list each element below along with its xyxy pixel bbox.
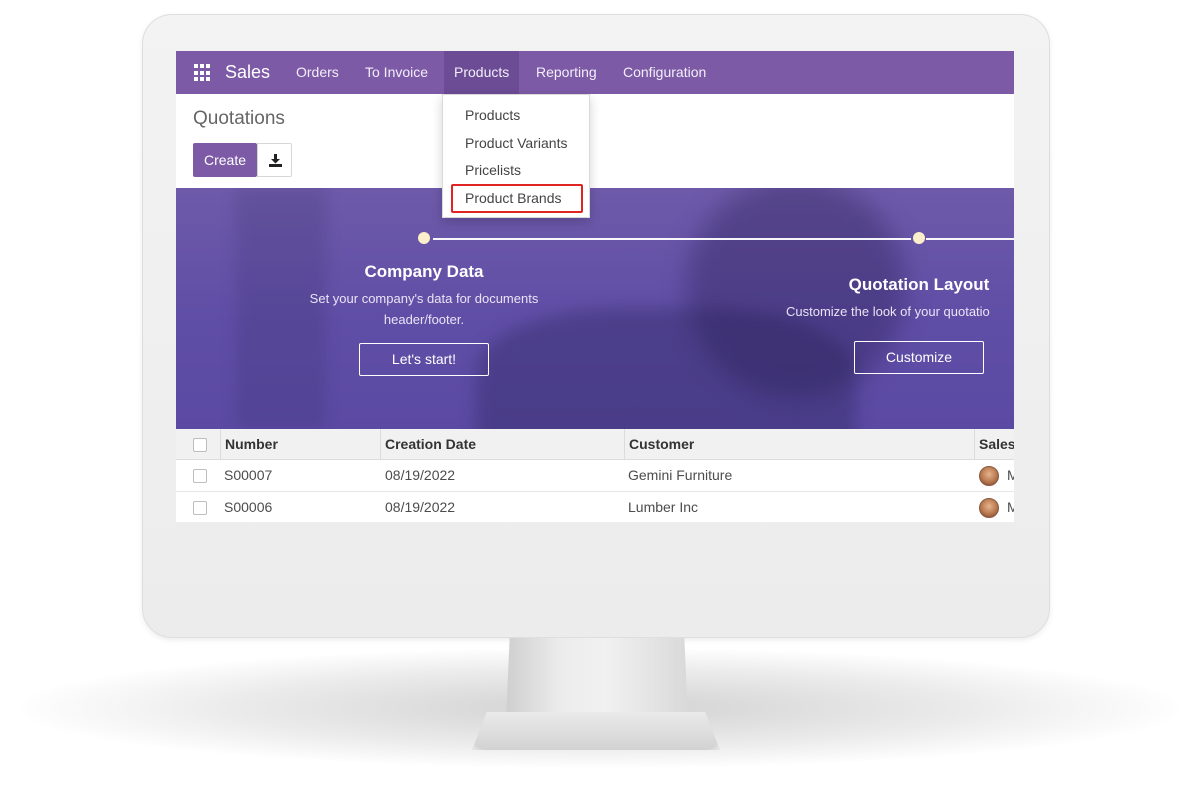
breadcrumb: Quotations (193, 108, 285, 129)
onboarding-progress-line-2 (926, 238, 1014, 240)
table-row[interactable]: S00007 08/19/2022 Gemini Furniture M (176, 460, 1014, 492)
table-header: Number Creation Date Customer Sales (176, 429, 1014, 460)
column-separator (380, 429, 381, 460)
table-row[interactable]: S00006 08/19/2022 Lumber Inc M (176, 492, 1014, 522)
cell-number: S00006 (224, 499, 273, 515)
onboarding-banner: Company Data Set your company's data for… (176, 188, 1014, 429)
column-separator (624, 429, 625, 460)
salesperson-avatar (979, 498, 999, 518)
quotations-table: Number Creation Date Customer Sales S000… (176, 429, 1014, 522)
step-1-description: Set your company's data for documents he… (309, 291, 539, 327)
row-checkbox[interactable] (193, 501, 207, 515)
top-navbar: Sales Orders To Invoice Products Reporti… (176, 51, 1014, 94)
step-2-dot (913, 232, 925, 244)
apps-grid-icon[interactable] (194, 64, 212, 82)
lets-start-button[interactable]: Let's start! (359, 343, 489, 376)
monitor-neck (506, 638, 688, 720)
menu-item-product-brands[interactable]: Product Brands (465, 190, 562, 206)
column-separator (974, 429, 975, 460)
menu-item-products[interactable]: Products (465, 107, 520, 123)
app-name[interactable]: Sales (225, 62, 270, 83)
monitor-base (472, 712, 720, 750)
step-2-description: Customize the look of your quotatio (786, 304, 990, 319)
products-dropdown-menu: Products Product Variants Pricelists Pro… (442, 94, 590, 218)
download-icon (269, 154, 282, 167)
step-2-title: Quotation Layout (848, 275, 990, 294)
nav-reporting[interactable]: Reporting (526, 51, 607, 94)
cell-customer: Lumber Inc (628, 499, 699, 515)
app-screen: Sales Orders To Invoice Products Reporti… (176, 51, 1014, 522)
step-1-title: Company Data (364, 262, 484, 281)
menu-item-product-variants[interactable]: Product Variants (465, 135, 567, 151)
cell-creation-date: 08/19/2022 (385, 499, 456, 515)
cell-salesperson: M (1007, 499, 1014, 515)
header-creation-date[interactable]: Creation Date (385, 429, 476, 459)
onboarding-progress-line (433, 238, 911, 240)
step-1-dot (418, 232, 430, 244)
cell-number: S00007 (224, 467, 273, 483)
create-button[interactable]: Create (193, 143, 257, 177)
nav-products[interactable]: Products (444, 51, 520, 94)
header-number[interactable]: Number (225, 429, 278, 459)
nav-orders[interactable]: Orders (286, 51, 349, 94)
salesperson-avatar (979, 466, 999, 486)
menu-item-pricelists[interactable]: Pricelists (465, 162, 521, 178)
cell-salesperson: M (1007, 467, 1014, 483)
cell-customer: Gemini Furniture (628, 467, 733, 483)
download-button[interactable] (257, 143, 292, 177)
column-separator (220, 429, 221, 460)
select-all-checkbox[interactable] (193, 438, 207, 452)
nav-configuration[interactable]: Configuration (613, 51, 716, 94)
header-salesperson[interactable]: Sales (979, 429, 1014, 459)
header-customer[interactable]: Customer (629, 429, 694, 459)
cell-creation-date: 08/19/2022 (385, 467, 456, 483)
row-checkbox[interactable] (193, 469, 207, 483)
customize-button[interactable]: Customize (854, 341, 984, 374)
nav-to-invoice[interactable]: To Invoice (355, 51, 438, 94)
